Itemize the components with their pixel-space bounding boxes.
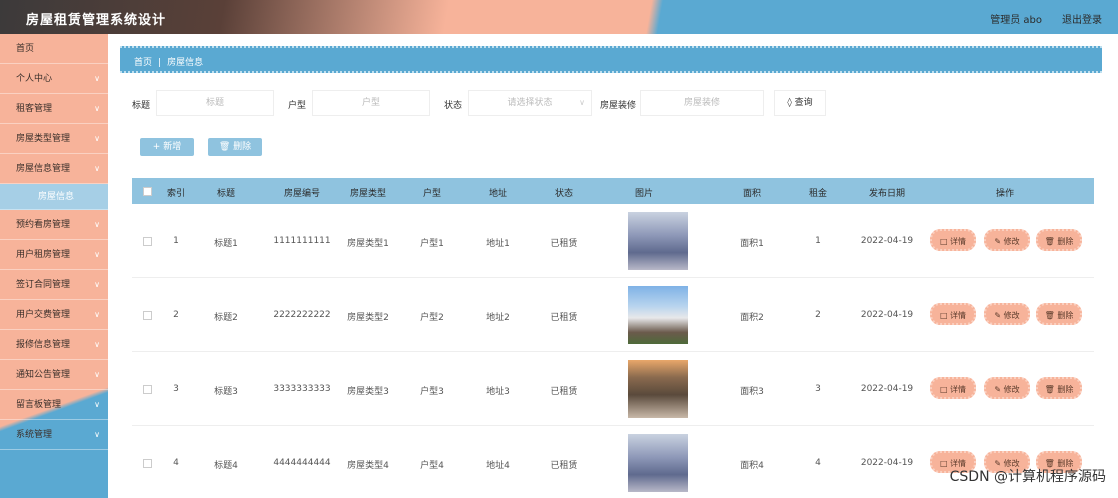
- title-input[interactable]: 标题: [156, 90, 274, 116]
- sidebar-item-tenant[interactable]: 租客管理 ∨: [0, 94, 108, 124]
- sidebar-item-notice[interactable]: 通知公告管理 ∨: [0, 360, 108, 390]
- app-title: 房屋租赁管理系统设计: [26, 13, 167, 28]
- house-image: [628, 286, 688, 344]
- csdn-watermark: CSDN @计算机程序源码: [949, 469, 1106, 485]
- sidebar: 首页 个人中心 ∨ 租客管理 ∨ 房屋类型管理 ∨ 房屋信息管理 ∨ 房屋信息 预约看房…: [0, 34, 108, 498]
- th-index: 索引: [166, 189, 185, 199]
- th-publish-date: 发布日期: [868, 189, 905, 199]
- th-area: 面积: [742, 189, 761, 199]
- chevron-down-icon: ∨: [94, 310, 100, 319]
- row-checkbox[interactable]: [143, 385, 152, 394]
- logout-link[interactable]: 退出登录: [1062, 11, 1102, 26]
- detail-button[interactable]: □ 详情: [930, 377, 976, 399]
- top-header: 房屋租赁管理系统设计 管理员 abo 退出登录: [0, 0, 1118, 34]
- breadcrumb-separator: |: [158, 58, 162, 68]
- detail-button[interactable]: □ 详情: [930, 229, 976, 251]
- house-image: [628, 434, 688, 492]
- house-info-table: 索引 标题 房屋编号 房屋类型 户型 地址 状态 图片 面积 租金 发布日期 操…: [132, 178, 1094, 498]
- th-title: 标题: [216, 189, 235, 199]
- user-info: 管理员 abo: [990, 15, 1042, 26]
- table-row: 3 标题3 3333333333 房屋类型3 户型3 地址3 已租赁 面积3 3…: [132, 352, 1094, 426]
- chevron-down-icon: ∨: [94, 340, 100, 349]
- row-checkbox[interactable]: [143, 237, 152, 246]
- edit-button[interactable]: ✎ 修改: [984, 229, 1030, 251]
- delete-button[interactable]: 🗑 删除: [1036, 377, 1082, 399]
- chevron-down-icon: ∨: [94, 164, 100, 173]
- decor-label: 房屋装修: [600, 101, 637, 111]
- sidebar-item-repair[interactable]: 报修信息管理 ∨: [0, 330, 108, 360]
- sidebar-item-rent[interactable]: 用户租房管理 ∨: [0, 240, 108, 270]
- chevron-down-icon: ∨: [94, 250, 100, 259]
- chevron-down-icon: ∨: [94, 370, 100, 379]
- edit-button[interactable]: ✎ 修改: [984, 377, 1030, 399]
- house-image: [628, 360, 688, 418]
- th-operations: 操作: [995, 189, 1014, 199]
- title-label: 标题: [132, 101, 151, 111]
- sidebar-item-home[interactable]: 首页: [0, 34, 108, 64]
- detail-button[interactable]: □ 详情: [930, 303, 976, 325]
- status-select[interactable]: 请选择状态 ∨: [468, 90, 592, 116]
- th-layout: 户型: [422, 189, 441, 199]
- layout-label: 户型: [288, 101, 307, 111]
- chevron-down-icon: ∨: [94, 220, 100, 229]
- search-row: 标题 标题 户型 户型 状态 请选择状态 ∨ 房屋装修 房屋装修 ◊ 查询: [132, 90, 1112, 116]
- status-label: 状态: [444, 101, 463, 111]
- sidebar-item-house-type[interactable]: 房屋类型管理 ∨: [0, 124, 108, 154]
- chevron-down-icon: ∨: [94, 74, 100, 83]
- select-all-checkbox[interactable]: [143, 187, 152, 196]
- decor-input[interactable]: 房屋装修: [640, 90, 764, 116]
- layout-input[interactable]: 户型: [312, 90, 430, 116]
- breadcrumb-current: 房屋信息: [167, 58, 204, 68]
- row-checkbox[interactable]: [143, 311, 152, 320]
- breadcrumb-home[interactable]: 首页: [134, 58, 152, 68]
- th-rent: 租金: [808, 189, 827, 199]
- chevron-down-icon: ∨: [94, 104, 100, 113]
- row-checkbox[interactable]: [143, 459, 152, 468]
- chevron-down-icon: ∨: [94, 400, 100, 409]
- sidebar-item-contract[interactable]: 签订合同管理 ∨: [0, 270, 108, 300]
- sidebar-item-system[interactable]: 系统管理 ∨: [0, 420, 108, 450]
- sidebar-item-personal-center[interactable]: 个人中心 ∨: [0, 64, 108, 94]
- th-house-no: 房屋编号: [283, 189, 320, 199]
- th-house-type: 房屋类型: [349, 189, 386, 199]
- table-header: 索引 标题 房屋编号 房屋类型 户型 地址 状态 图片 面积 租金 发布日期 操…: [132, 178, 1094, 204]
- breadcrumb: 首页 | 房屋信息: [120, 46, 1102, 73]
- table-row: 1 标题1 1111111111 房屋类型1 户型1 地址1 已租赁 面积1 1…: [132, 204, 1094, 278]
- batch-delete-button[interactable]: 🗑 删除: [208, 138, 262, 156]
- house-image: [628, 212, 688, 270]
- sidebar-item-house-info[interactable]: 房屋信息管理 ∨: [0, 154, 108, 184]
- sidebar-subitem-house-info[interactable]: 房屋信息: [0, 184, 108, 210]
- edit-button[interactable]: ✎ 修改: [984, 303, 1030, 325]
- table-row: 2 标题2 2222222222 房屋类型2 户型2 地址2 已租赁 面积2 2…: [132, 278, 1094, 352]
- sidebar-item-viewing[interactable]: 预约看房管理 ∨: [0, 210, 108, 240]
- chevron-down-icon: ∨: [94, 430, 100, 439]
- delete-button[interactable]: 🗑 删除: [1036, 229, 1082, 251]
- sidebar-item-message[interactable]: 留言板管理 ∨: [0, 390, 108, 420]
- chevron-down-icon: ∨: [579, 98, 585, 107]
- sidebar-item-payment[interactable]: 用户交费管理 ∨: [0, 300, 108, 330]
- table-row: 4 标题4 4444444444 房屋类型4 户型4 地址4 已租赁 面积4 4…: [132, 426, 1094, 498]
- th-image: 图片: [634, 189, 653, 199]
- query-button[interactable]: ◊ 查询: [774, 90, 826, 116]
- delete-button[interactable]: 🗑 删除: [1036, 303, 1082, 325]
- th-address: 地址: [488, 189, 507, 199]
- chevron-down-icon: ∨: [94, 134, 100, 143]
- add-button[interactable]: + 新增: [140, 138, 194, 156]
- th-status: 状态: [554, 189, 573, 199]
- chevron-down-icon: ∨: [94, 280, 100, 289]
